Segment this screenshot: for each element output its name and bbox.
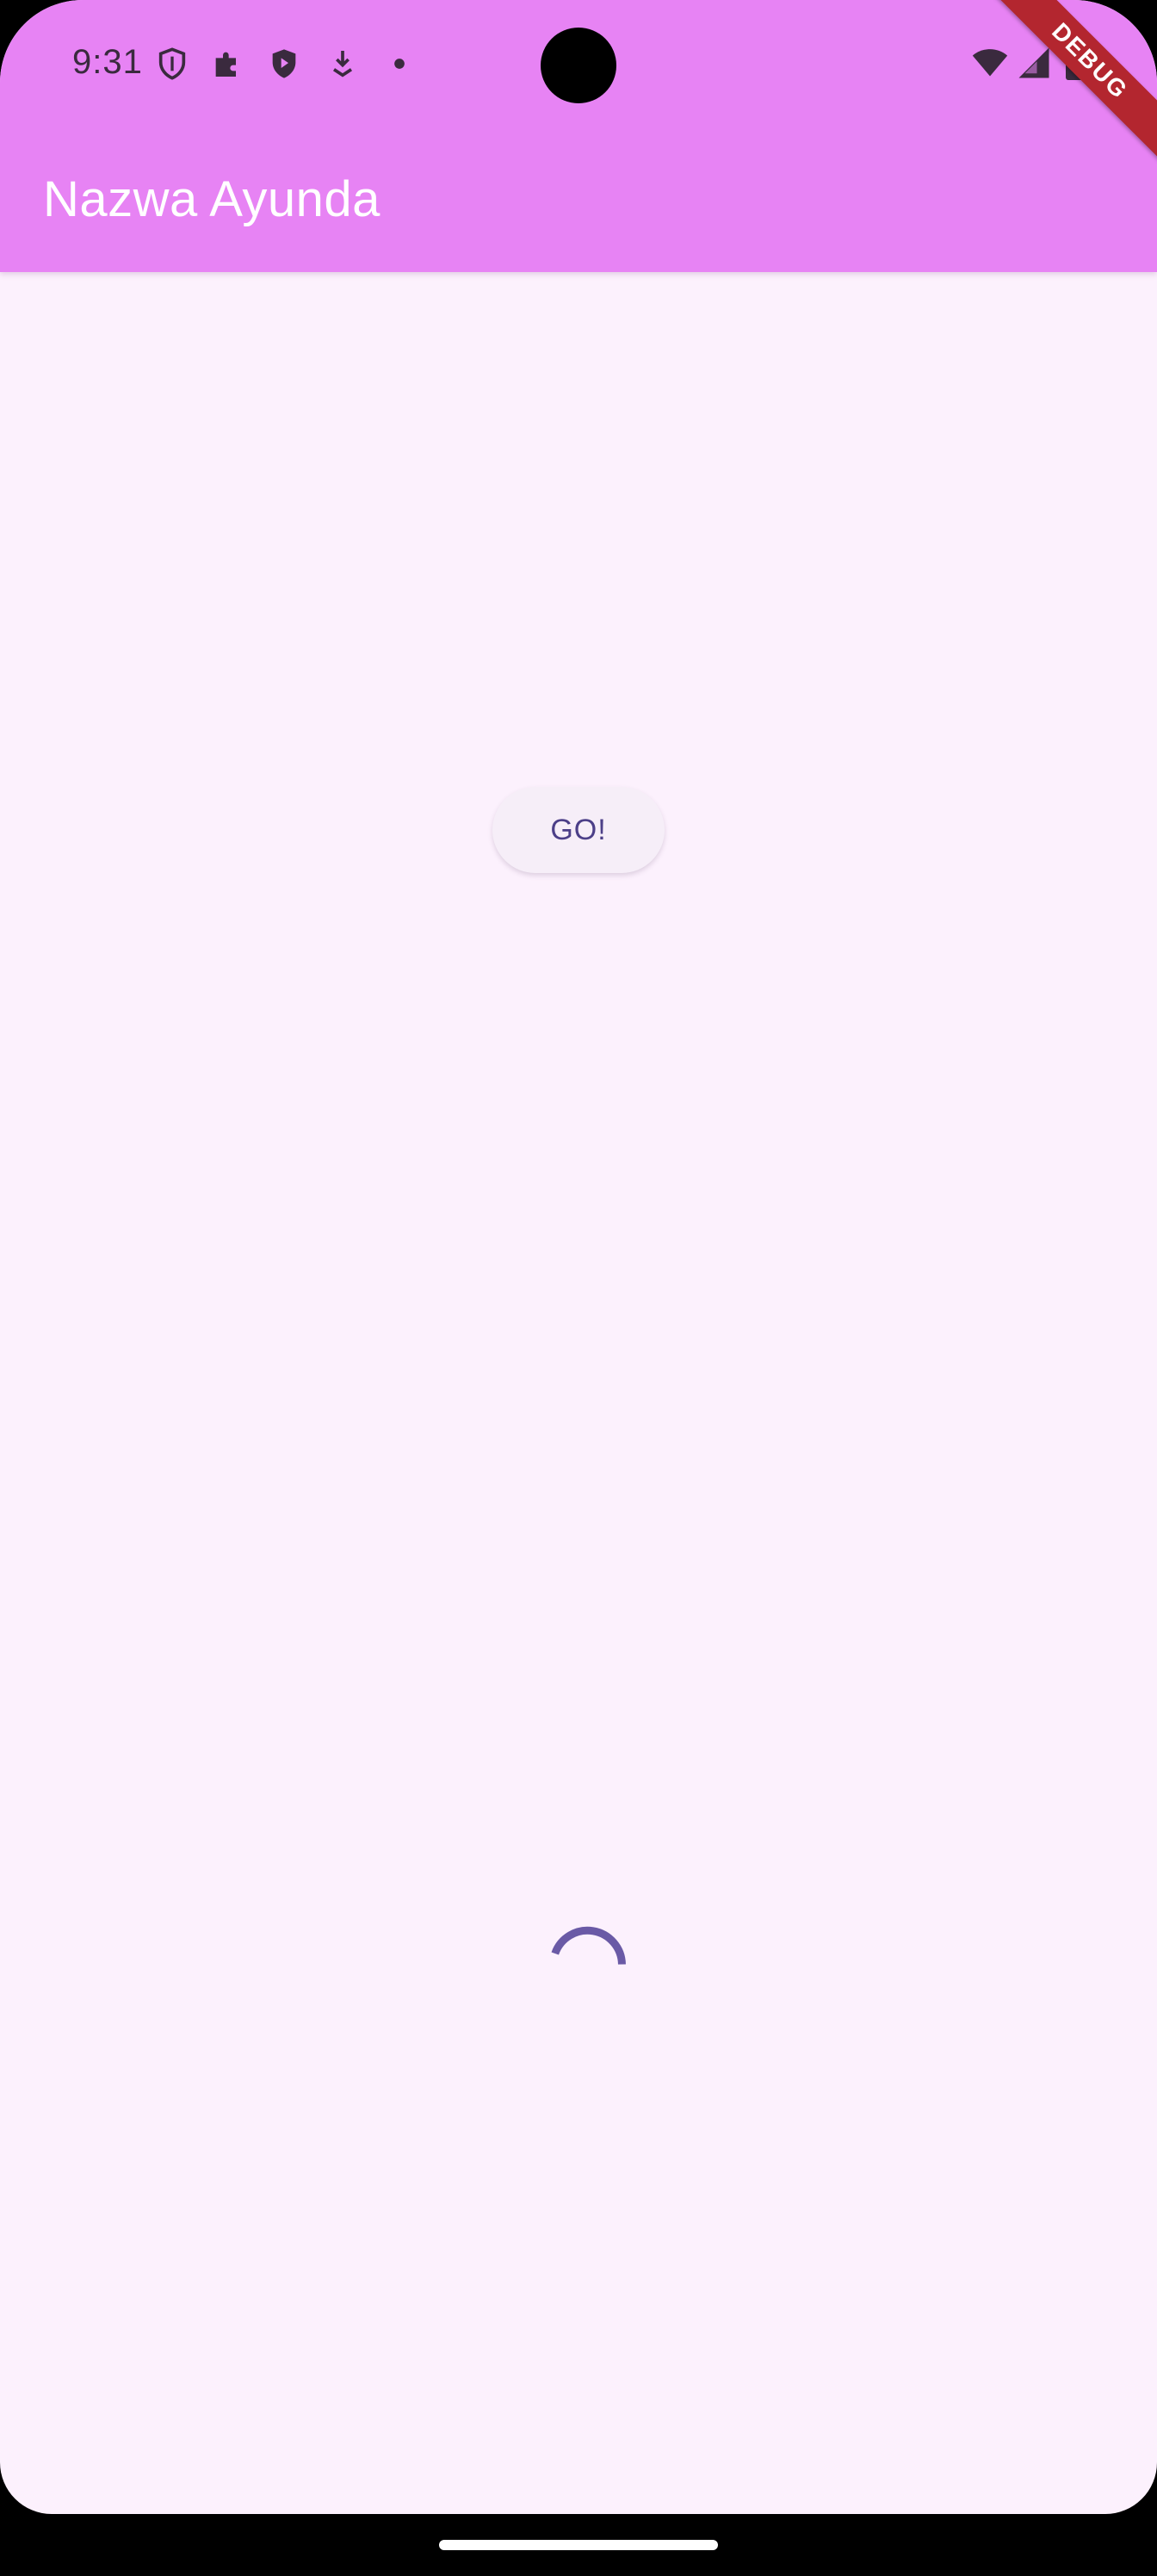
dot-icon xyxy=(394,59,405,69)
gesture-nav-handle[interactable] xyxy=(439,2540,718,2550)
go-button[interactable]: GO! xyxy=(492,787,665,873)
camera-cutout xyxy=(541,28,616,103)
wifi-icon xyxy=(972,49,1008,77)
loading-spinner-icon xyxy=(551,1926,626,1965)
shield-icon xyxy=(158,47,186,80)
app-title: Nazwa Ayunda xyxy=(43,171,381,227)
status-time: 9:31 xyxy=(72,43,143,81)
app-screen: 9:31 Nazwa Ayunda DEBUG GO! xyxy=(0,0,1157,2514)
status-bar: 9:31 xyxy=(0,0,1157,129)
puzzle-icon xyxy=(215,52,236,77)
app-bar: 9:31 Nazwa Ayunda xyxy=(0,0,1157,272)
download-icon xyxy=(332,51,353,77)
device-frame: 9:31 Nazwa Ayunda DEBUG GO! xyxy=(0,0,1157,2576)
play-shield-icon xyxy=(272,49,296,78)
signal-icon xyxy=(1018,47,1049,78)
